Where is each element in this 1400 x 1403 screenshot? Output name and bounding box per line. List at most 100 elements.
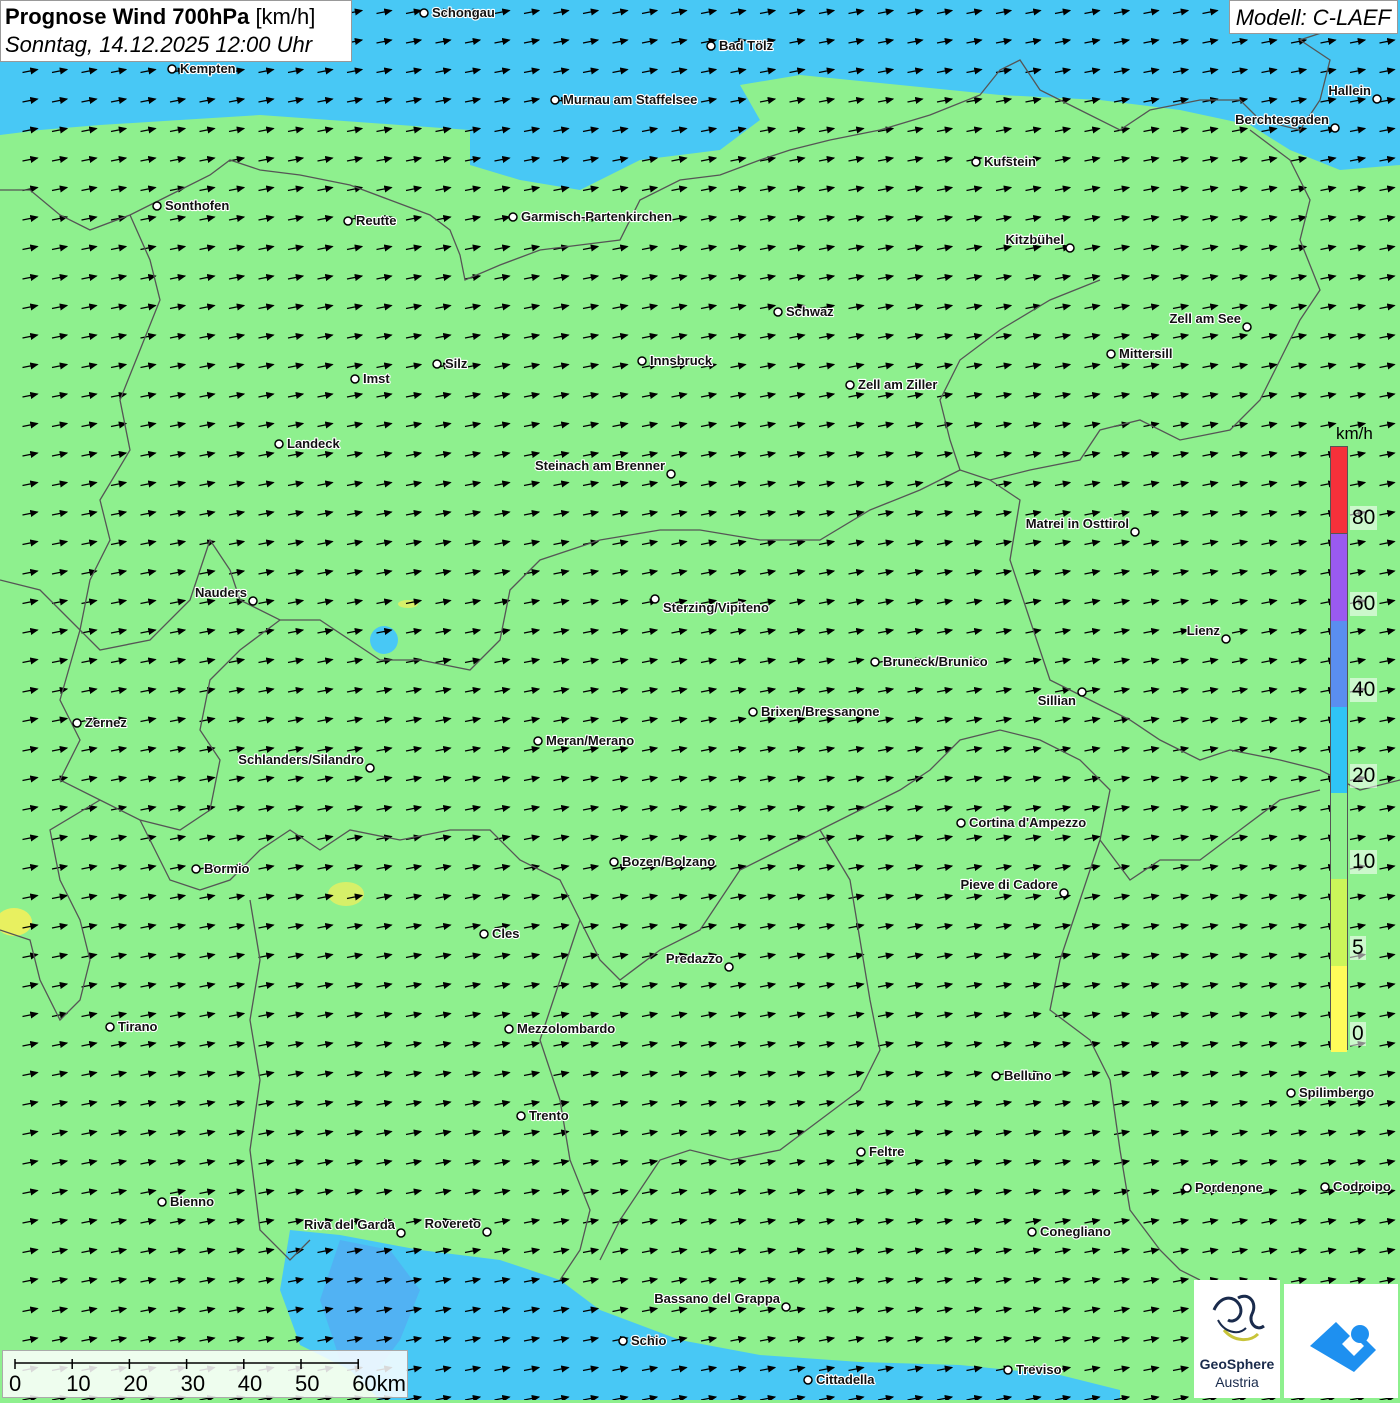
city-marker-icon xyxy=(1130,527,1140,537)
city-label: Reutte xyxy=(356,213,396,228)
city-label: Tirano xyxy=(118,1019,158,1034)
city-marker-icon xyxy=(479,929,489,939)
city-label: Steinach am Brenner xyxy=(535,458,665,473)
scale-label: 20 xyxy=(123,1371,148,1396)
city-label: Bormio xyxy=(204,861,250,876)
city-label: Spilimbergo xyxy=(1299,1085,1374,1100)
city-marker-icon xyxy=(504,1024,514,1034)
city-label: Mezzolombardo xyxy=(517,1021,615,1036)
city-marker-icon xyxy=(516,1111,526,1121)
city-label: Predazzo xyxy=(666,951,723,966)
legend-tick-label: 60 xyxy=(1350,592,1378,616)
city-label: Landeck xyxy=(287,436,341,451)
city-marker-icon xyxy=(845,380,855,390)
city-marker-icon xyxy=(533,736,543,746)
city-marker-icon xyxy=(105,1022,115,1032)
city-label: Rovereto xyxy=(425,1216,481,1231)
model-label: Modell: C-LAEF xyxy=(1228,0,1398,34)
city-label: Zell am See xyxy=(1169,311,1241,326)
city-marker-icon xyxy=(1065,243,1075,253)
color-legend-bar xyxy=(1330,446,1348,1052)
geosphere-logo[interactable]: GeoSphere Austria xyxy=(1194,1280,1280,1398)
legend-color-segment xyxy=(1331,878,1347,966)
legend-tick-label: 80 xyxy=(1350,506,1378,530)
city-label: Kempten xyxy=(180,61,236,76)
city-label: Cles xyxy=(492,926,519,941)
city-label: Schio xyxy=(631,1333,666,1348)
legend-color-segment xyxy=(1331,533,1347,621)
city-label: Imst xyxy=(363,371,390,386)
title-box: Prognose Wind 700hPa [km/h] Sonntag, 14.… xyxy=(0,0,352,62)
city-label: Sillian xyxy=(1038,693,1076,708)
city-label: Riva del Garda xyxy=(304,1217,396,1232)
legend-color-segment xyxy=(1331,792,1347,880)
city-label: Silz xyxy=(445,356,468,371)
city-marker-icon xyxy=(609,857,619,867)
city-marker-icon xyxy=(666,469,676,479)
city-label: Cittadella xyxy=(816,1372,875,1387)
map-title-unit: [km/h] xyxy=(255,4,316,29)
city-marker-icon xyxy=(706,41,716,51)
city-label: Schwaz xyxy=(786,304,834,319)
legend-color-segment xyxy=(1331,964,1347,1052)
city-marker-icon xyxy=(870,657,880,667)
scale-bar: 0 10 20 30 40 50 60km xyxy=(2,1350,408,1398)
city-label: Kitzbühel xyxy=(1006,232,1065,247)
city-marker-icon xyxy=(350,374,360,384)
weather-app-icon xyxy=(1310,1322,1376,1372)
city-marker-icon xyxy=(803,1375,813,1385)
map-title-main: Prognose Wind 700hPa xyxy=(5,4,250,29)
city-marker-icon xyxy=(1372,94,1382,104)
legend-unit: km/h xyxy=(1336,424,1373,443)
geosphere-emblem-icon xyxy=(1212,1294,1265,1341)
legend-tick-label: 40 xyxy=(1350,678,1378,702)
city-label: Mittersill xyxy=(1119,346,1172,361)
city-marker-icon xyxy=(1059,888,1069,898)
city-marker-icon xyxy=(991,1071,1001,1081)
city-label: Trento xyxy=(529,1108,569,1123)
city-label: Matrei in Osttirol xyxy=(1026,516,1129,531)
city-label: Nauders xyxy=(195,585,247,600)
city-label: Bozen/Bolzano xyxy=(622,854,715,869)
city-marker-icon xyxy=(1106,349,1116,359)
map-title: Prognose Wind 700hPa [km/h] xyxy=(5,3,347,31)
light-wind-patch xyxy=(328,882,364,906)
city-marker-icon xyxy=(724,962,734,972)
city-label: Bad Tölz xyxy=(719,38,774,53)
city-label: Murnau am Staffelsee xyxy=(563,92,697,107)
city-label: Zernez xyxy=(85,715,127,730)
city-label: Codroipo xyxy=(1333,1179,1391,1194)
city-marker-icon xyxy=(1330,123,1340,133)
city-marker-icon xyxy=(650,594,660,604)
city-label: Pordenone xyxy=(1195,1180,1263,1195)
legend-tick-label: 10 xyxy=(1350,850,1378,874)
city-marker-icon xyxy=(781,1302,791,1312)
city-marker-icon xyxy=(152,201,162,211)
city-marker-icon xyxy=(550,95,560,105)
city-marker-icon xyxy=(482,1227,492,1237)
legend-color-segment xyxy=(1331,619,1347,707)
city-marker-icon xyxy=(274,439,284,449)
city-marker-icon xyxy=(419,8,429,18)
weather-app-logo[interactable] xyxy=(1284,1284,1398,1398)
city-marker-icon xyxy=(396,1228,406,1238)
city-marker-icon xyxy=(1221,634,1231,644)
wind-map[interactable]: Schongau Bad Tölz Kempten Murnau am Staffel… xyxy=(0,0,1400,1400)
city-label: Meran/Merano xyxy=(546,733,634,748)
city-label: Cortina d'Ampezzo xyxy=(969,815,1086,830)
scale-label: 40 xyxy=(237,1371,263,1396)
scale-bar-graphic xyxy=(14,1359,359,1369)
city-marker-icon xyxy=(1320,1182,1330,1192)
city-marker-icon xyxy=(157,1197,167,1207)
city-label: Sterzing/Vipiteno xyxy=(663,600,769,615)
city-marker-icon xyxy=(343,216,353,226)
city-marker-icon xyxy=(1003,1365,1013,1375)
city-label: Belluno xyxy=(1004,1068,1052,1083)
city-label: Sonthofen xyxy=(165,198,229,213)
city-marker-icon xyxy=(167,64,177,74)
city-label: Brixen/Bressanone xyxy=(761,704,880,719)
city-marker-icon xyxy=(191,864,201,874)
city-label: Schlanders/Silandro xyxy=(238,752,364,767)
city-marker-icon xyxy=(1182,1183,1192,1193)
city-marker-icon xyxy=(248,596,258,606)
